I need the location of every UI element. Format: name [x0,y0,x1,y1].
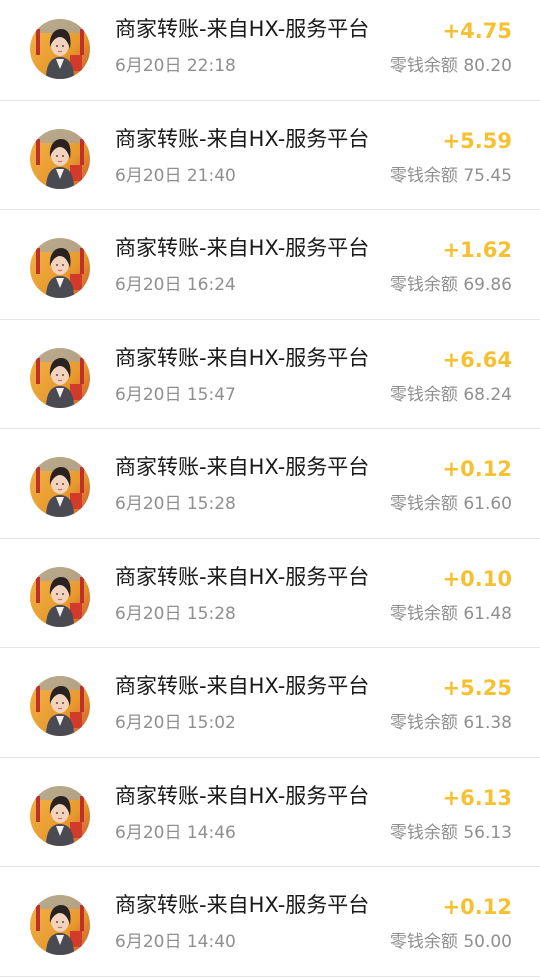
merchant-avatar-icon [30,785,90,846]
transaction-amount: +5.59 [442,128,512,153]
transaction-title: 商家转账-来自HX-服务平台 [115,126,370,151]
transaction-row[interactable]: 商家转账-来自HX-服务平台 6月20日 22:18 +4.75 零钱余额 80… [0,0,540,101]
transaction-row[interactable]: 商家转账-来自HX-服务平台 6月20日 15:28 +0.10 零钱余额 61… [0,539,540,648]
transaction-row[interactable]: 商家转账-来自HX-服务平台 6月20日 14:40 +0.12 零钱余额 50… [0,867,540,977]
transaction-time: 6月20日 14:40 [115,932,236,952]
balance-after: 零钱余额 61.38 [389,713,512,733]
merchant-avatar-icon [30,238,90,298]
transaction-time: 6月20日 15:28 [115,603,236,624]
transaction-time: 6月20日 21:40 [115,165,236,186]
transaction-title: 商家转账-来自HX-服务平台 [115,783,370,808]
transaction-time: 6月20日 15:02 [115,713,236,733]
merchant-avatar-icon [30,676,90,736]
transaction-row[interactable]: 商家转账-来自HX-服务平台 6月20日 15:28 +0.12 零钱余额 61… [0,429,540,539]
balance-after: 零钱余额 68.24 [389,384,512,405]
merchant-avatar-icon [30,19,90,79]
transaction-amount: +6.13 [442,785,512,810]
transaction-title: 商家转账-来自HX-服务平台 [115,674,370,698]
transaction-amount: +4.75 [442,19,512,43]
balance-after: 零钱余额 75.45 [389,165,512,186]
merchant-avatar-icon [30,895,90,955]
transaction-row[interactable]: 商家转账-来自HX-服务平台 6月20日 21:40 +5.59 零钱余额 75… [0,101,540,210]
transaction-amount: +0.12 [442,457,512,481]
balance-after: 零钱余额 80.20 [389,56,512,76]
balance-after: 零钱余额 61.48 [389,603,512,624]
balance-after: 零钱余额 56.13 [389,822,512,843]
transaction-title: 商家转账-来自HX-服务平台 [115,236,370,260]
transaction-row[interactable]: 商家转账-来自HX-服务平台 6月20日 14:46 +6.13 零钱余额 56… [0,758,540,867]
balance-after: 零钱余额 61.60 [389,494,512,514]
merchant-avatar-icon [30,457,90,517]
transaction-amount: +0.12 [442,895,512,919]
transaction-title: 商家转账-来自HX-服务平台 [115,455,370,479]
transaction-row[interactable]: 商家转账-来自HX-服务平台 6月20日 16:24 +1.62 零钱余额 69… [0,210,540,320]
transaction-time: 6月20日 16:24 [115,275,236,295]
transaction-amount: +6.64 [442,347,512,372]
transaction-time: 6月20日 14:46 [115,822,236,843]
transaction-list: 商家转账-来自HX-服务平台 6月20日 22:18 +4.75 零钱余额 80… [0,0,540,977]
transaction-title: 商家转账-来自HX-服务平台 [115,345,370,370]
transaction-row[interactable]: 商家转账-来自HX-服务平台 6月20日 15:47 +6.64 零钱余额 68… [0,320,540,429]
transaction-title: 商家转账-来自HX-服务平台 [115,564,370,589]
balance-after: 零钱余额 50.00 [389,932,512,952]
balance-after: 零钱余额 69.86 [389,275,512,295]
transaction-amount: +5.25 [442,676,512,700]
transaction-time: 6月20日 22:18 [115,56,236,76]
merchant-avatar-icon [30,128,90,189]
transaction-amount: +1.62 [442,238,512,262]
merchant-avatar-icon [30,347,90,408]
transaction-amount: +0.10 [442,566,512,591]
transaction-row[interactable]: 商家转账-来自HX-服务平台 6月20日 15:02 +5.25 零钱余额 61… [0,648,540,758]
transaction-time: 6月20日 15:28 [115,494,236,514]
transaction-title: 商家转账-来自HX-服务平台 [115,17,370,41]
transaction-time: 6月20日 15:47 [115,384,236,405]
merchant-avatar-icon [30,566,90,627]
transaction-title: 商家转账-来自HX-服务平台 [115,893,370,917]
